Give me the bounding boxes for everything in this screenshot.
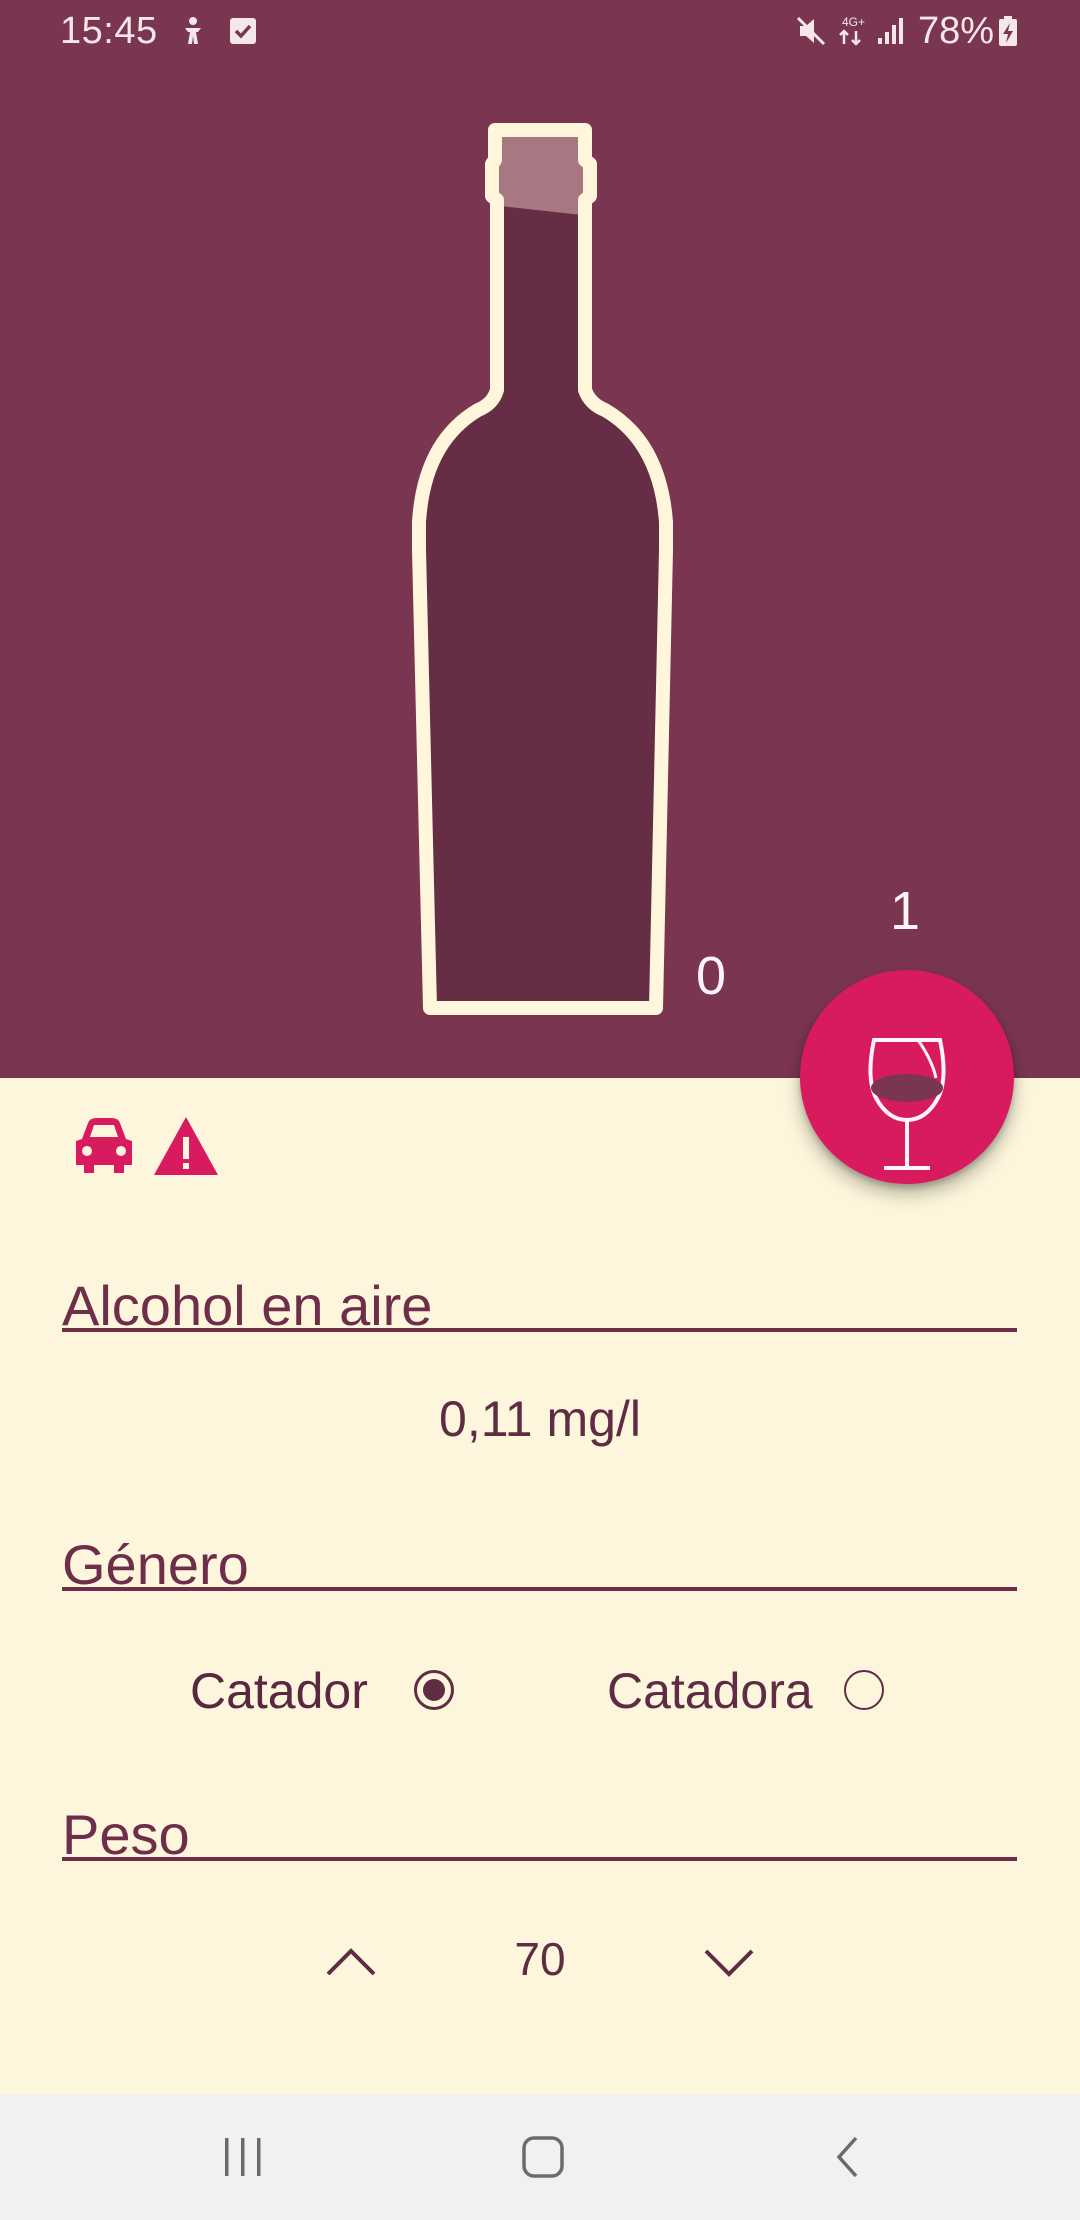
back-icon[interactable] (826, 2134, 872, 2180)
system-navigation-bar (0, 2094, 1080, 2220)
radio-selected-dot (423, 1679, 445, 1701)
battery-charging-icon (999, 16, 1017, 46)
wine-glass-icon (868, 1038, 946, 1170)
gender-option-catador-radio[interactable] (414, 1670, 454, 1710)
glass-count: 1 (890, 881, 921, 941)
accessibility-icon (185, 17, 201, 44)
recents-icon[interactable] (220, 2134, 266, 2180)
data-arrows-icon: 4G+ (839, 15, 865, 46)
chevron-down-icon[interactable] (694, 1932, 764, 1992)
wine-bottle-illustration (412, 123, 673, 1015)
hero-panel: 15:45 4G+ 78% 0 1 (0, 0, 1080, 1078)
alcohol-value: 0,11 mg/l (439, 1391, 641, 1447)
status-bar: 15:45 4G+ 78% (0, 0, 1080, 64)
warning-icon (154, 1117, 218, 1175)
weight-divider (62, 1857, 1017, 1861)
svg-text:4G+: 4G+ (842, 15, 865, 29)
add-glass-button[interactable] (800, 970, 1014, 1184)
status-time: 15:45 (60, 10, 158, 52)
signal-icon (878, 18, 903, 44)
weight-value: 70 (514, 1933, 566, 1985)
alcohol-divider (62, 1328, 1017, 1332)
bottle-count: 0 (696, 946, 727, 1006)
gender-option-catadora-label[interactable]: Catadora (607, 1662, 813, 1720)
gender-option-catadora-radio[interactable] (844, 1670, 884, 1710)
app-screen: 15:45 4G+ 78% 0 1 Alcohol en aire 0,11 m… (0, 0, 1080, 2220)
battery-percentage: 78% (918, 10, 995, 52)
checkbox-notification-icon (230, 18, 256, 44)
mute-icon (796, 16, 826, 46)
gender-option-catador-label[interactable]: Catador (190, 1662, 368, 1720)
car-icon (76, 1118, 132, 1173)
gender-divider (62, 1587, 1017, 1591)
home-icon[interactable] (520, 2134, 566, 2180)
